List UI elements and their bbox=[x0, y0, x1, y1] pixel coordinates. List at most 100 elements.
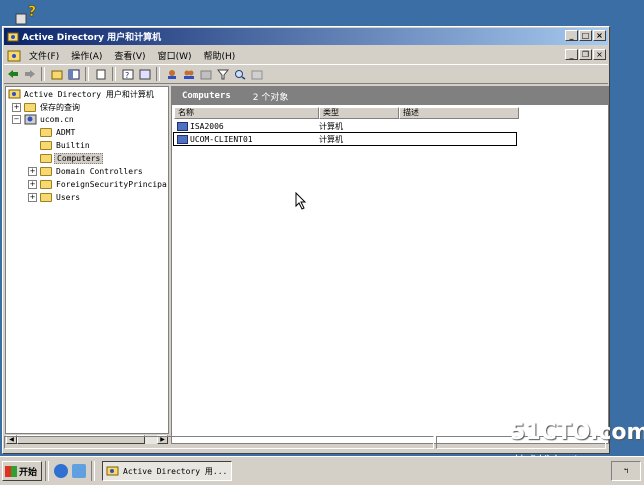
tree-item-label: Computers bbox=[54, 152, 104, 164]
toolbar-separator bbox=[41, 67, 45, 81]
tree-item-admt[interactable]: ADMT bbox=[40, 126, 77, 138]
system-tray[interactable]: ฯ bbox=[611, 461, 641, 481]
watermark-site: 51CTO.com bbox=[510, 420, 644, 445]
list-item-type: 计算机 bbox=[319, 134, 343, 144]
new-ou-icon[interactable] bbox=[198, 67, 213, 81]
list-item-type: 计算机 bbox=[319, 121, 343, 131]
menu-help[interactable]: 帮助(H) bbox=[198, 49, 242, 62]
properties-icon[interactable]: ? bbox=[120, 67, 135, 81]
internet-explorer-icon[interactable] bbox=[54, 464, 68, 478]
desktop-help-icon[interactable]: ? bbox=[14, 2, 44, 28]
taskbar-separator bbox=[45, 461, 49, 481]
menu-window[interactable]: 窗口(W) bbox=[152, 49, 198, 62]
add-to-group-icon[interactable] bbox=[249, 67, 264, 81]
tree-item-label: ForeignSecurityPrincipa bbox=[56, 179, 167, 189]
window-title: Active Directory 用户和计算机 bbox=[22, 33, 162, 43]
expand-icon[interactable]: + bbox=[28, 179, 37, 189]
tree-item-domain[interactable]: − ucom.cn bbox=[12, 113, 76, 125]
ad-users-computers-icon bbox=[106, 466, 119, 475]
mdi-close-button[interactable]: × bbox=[593, 49, 606, 60]
computer-icon bbox=[177, 121, 188, 131]
details-pane[interactable]: Computers 2 个对象 名称 类型 描述 ISA2006 计算机 UCO… bbox=[171, 86, 609, 444]
tree-item-foreign-security-principals[interactable]: + ForeignSecurityPrincipa bbox=[28, 178, 168, 190]
mmc-window: Active Directory 用户和计算机 _ □ × 文件(F) 操作(A… bbox=[2, 26, 610, 454]
start-label: 开始 bbox=[19, 467, 38, 478]
svg-text:?: ? bbox=[28, 4, 36, 20]
toolbar-separator bbox=[112, 67, 116, 81]
console-tree[interactable]: Active Directory 用户和计算机 + 保存的查询 − ucom.c… bbox=[5, 86, 169, 434]
menu-view[interactable]: 查看(V) bbox=[108, 49, 151, 62]
tree-item-label: Users bbox=[56, 192, 81, 202]
export-list-icon[interactable] bbox=[93, 67, 108, 81]
list-item-name: ISA2006 bbox=[190, 121, 224, 131]
menu-file[interactable]: 文件(F) bbox=[23, 49, 65, 62]
toolbar-separator bbox=[156, 67, 160, 81]
details-header-title: Computers bbox=[182, 91, 231, 101]
folder-icon bbox=[40, 192, 52, 202]
details-header: Computers 2 个对象 bbox=[172, 87, 608, 105]
ad-users-computers-icon bbox=[7, 32, 19, 41]
status-cell bbox=[4, 436, 434, 449]
back-arrow-icon[interactable] bbox=[5, 67, 20, 81]
tray-text: ฯ bbox=[623, 466, 629, 475]
tree-item-domain-controllers[interactable]: + Domain Controllers bbox=[28, 165, 145, 177]
forward-arrow-icon[interactable] bbox=[22, 67, 37, 81]
menu-bar: 文件(F) 操作(A) 查看(V) 窗口(W) 帮助(H) _ ❐ × bbox=[4, 47, 608, 65]
column-header-name[interactable]: 名称 bbox=[174, 107, 319, 119]
maximize-button[interactable]: □ bbox=[579, 30, 592, 41]
taskbar-window-label: Active Directory 用... bbox=[123, 466, 228, 476]
taskbar-window-button[interactable]: Active Directory 用... bbox=[102, 461, 232, 481]
tree-root[interactable]: Active Directory 用户和计算机 bbox=[8, 88, 156, 100]
ad-users-computers-icon bbox=[8, 89, 21, 99]
details-header-count: 2 个对象 bbox=[252, 92, 289, 103]
minimize-button[interactable]: _ bbox=[565, 30, 578, 41]
mdi-minimize-button[interactable]: _ bbox=[565, 49, 578, 60]
list-item[interactable]: UCOM-CLIENT01 计算机 bbox=[173, 132, 517, 146]
toolbar-separator bbox=[85, 67, 89, 81]
column-header-description[interactable]: 描述 bbox=[399, 107, 519, 119]
ou-folder-icon bbox=[40, 127, 52, 137]
taskbar: 开始 Active Directory 用... ฯ bbox=[0, 456, 644, 485]
close-button[interactable]: × bbox=[593, 30, 606, 41]
tree-item-label: ucom.cn bbox=[40, 114, 74, 124]
computer-icon bbox=[177, 134, 188, 144]
new-group-icon[interactable] bbox=[181, 67, 196, 81]
show-desktop-icon[interactable] bbox=[72, 464, 86, 478]
taskbar-separator bbox=[91, 461, 95, 481]
windows-logo-icon bbox=[5, 465, 17, 477]
column-header-type[interactable]: 类型 bbox=[319, 107, 399, 119]
tree-item-users[interactable]: + Users bbox=[28, 191, 82, 203]
find-icon[interactable] bbox=[232, 67, 247, 81]
tree-item-label: 保存的查询 bbox=[40, 102, 80, 112]
tree-item-label: ADMT bbox=[56, 127, 76, 137]
up-folder-icon[interactable] bbox=[49, 67, 64, 81]
new-user-icon[interactable] bbox=[164, 67, 179, 81]
mouse-pointer-icon bbox=[295, 192, 307, 210]
console-window-icon[interactable] bbox=[7, 50, 21, 62]
desktop-background bbox=[612, 26, 644, 454]
svg-text:?: ? bbox=[125, 71, 129, 80]
start-button[interactable]: 开始 bbox=[2, 461, 42, 481]
folder-icon bbox=[24, 102, 36, 112]
filter-icon[interactable] bbox=[215, 67, 230, 81]
tree-item-computers[interactable]: Computers bbox=[40, 152, 104, 164]
show-tree-icon[interactable] bbox=[66, 67, 81, 81]
tree-item-builtin[interactable]: Builtin bbox=[40, 139, 92, 151]
mdi-restore-button[interactable]: ❐ bbox=[579, 49, 592, 60]
folder-open-icon bbox=[40, 153, 52, 163]
expand-icon[interactable]: + bbox=[28, 166, 37, 176]
help-icon[interactable] bbox=[137, 67, 152, 81]
expand-icon[interactable]: + bbox=[28, 192, 37, 202]
tree-item-label: Builtin bbox=[56, 140, 90, 150]
list-item-name: UCOM-CLIENT01 bbox=[190, 134, 253, 144]
ou-folder-icon bbox=[40, 166, 52, 176]
menu-action[interactable]: 操作(A) bbox=[65, 49, 108, 62]
list-item[interactable]: ISA2006 计算机 bbox=[174, 120, 399, 132]
tree-item-label: Domain Controllers bbox=[56, 166, 143, 176]
window-titlebar[interactable]: Active Directory 用户和计算机 _ □ × bbox=[4, 28, 608, 45]
toolbar: ? bbox=[4, 65, 608, 84]
tree-item-saved-queries[interactable]: + 保存的查询 bbox=[12, 101, 82, 113]
expand-icon[interactable]: + bbox=[12, 102, 21, 112]
collapse-icon[interactable]: − bbox=[12, 114, 21, 124]
folder-icon bbox=[40, 179, 52, 189]
